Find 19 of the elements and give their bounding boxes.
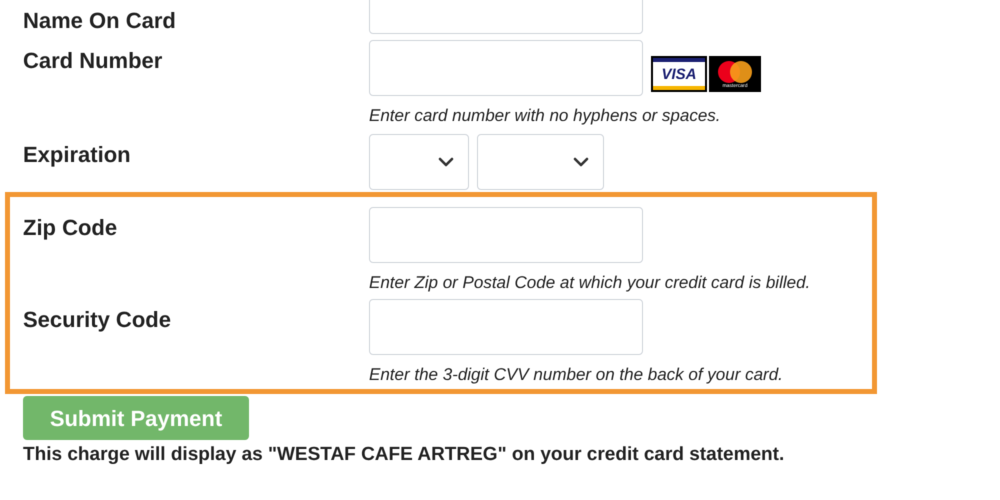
year-select[interactable] [477,134,604,190]
field-label: Name On Card [23,8,176,33]
field-hint: Enter card number with no hyphens or spaces. [369,106,722,126]
field-label: Card Number [23,48,162,73]
field-label: Expiration [23,142,131,167]
visa-logo: VISA [651,56,707,92]
field-hint: Enter Zip or Postal Code at which your credit card is billed. [369,273,810,293]
field-label: Zip Code [23,215,118,240]
text-field[interactable] [369,40,643,96]
submit-payment-button[interactable]: Submit Payment [23,396,249,440]
text-field[interactable] [369,207,643,263]
text-field[interactable] [369,0,643,34]
chevron-down-icon [438,157,454,167]
chevron-down-icon [573,157,589,167]
field-hint: Enter the 3-digit CVV number on the back of your card. [369,365,783,385]
month-select[interactable] [369,134,469,190]
field-label: Security Code [23,307,171,332]
statement-note: This charge will display as "WESTAF CAFE ARTREG" on your credit card statement. [23,444,786,466]
text-field[interactable] [369,299,643,355]
